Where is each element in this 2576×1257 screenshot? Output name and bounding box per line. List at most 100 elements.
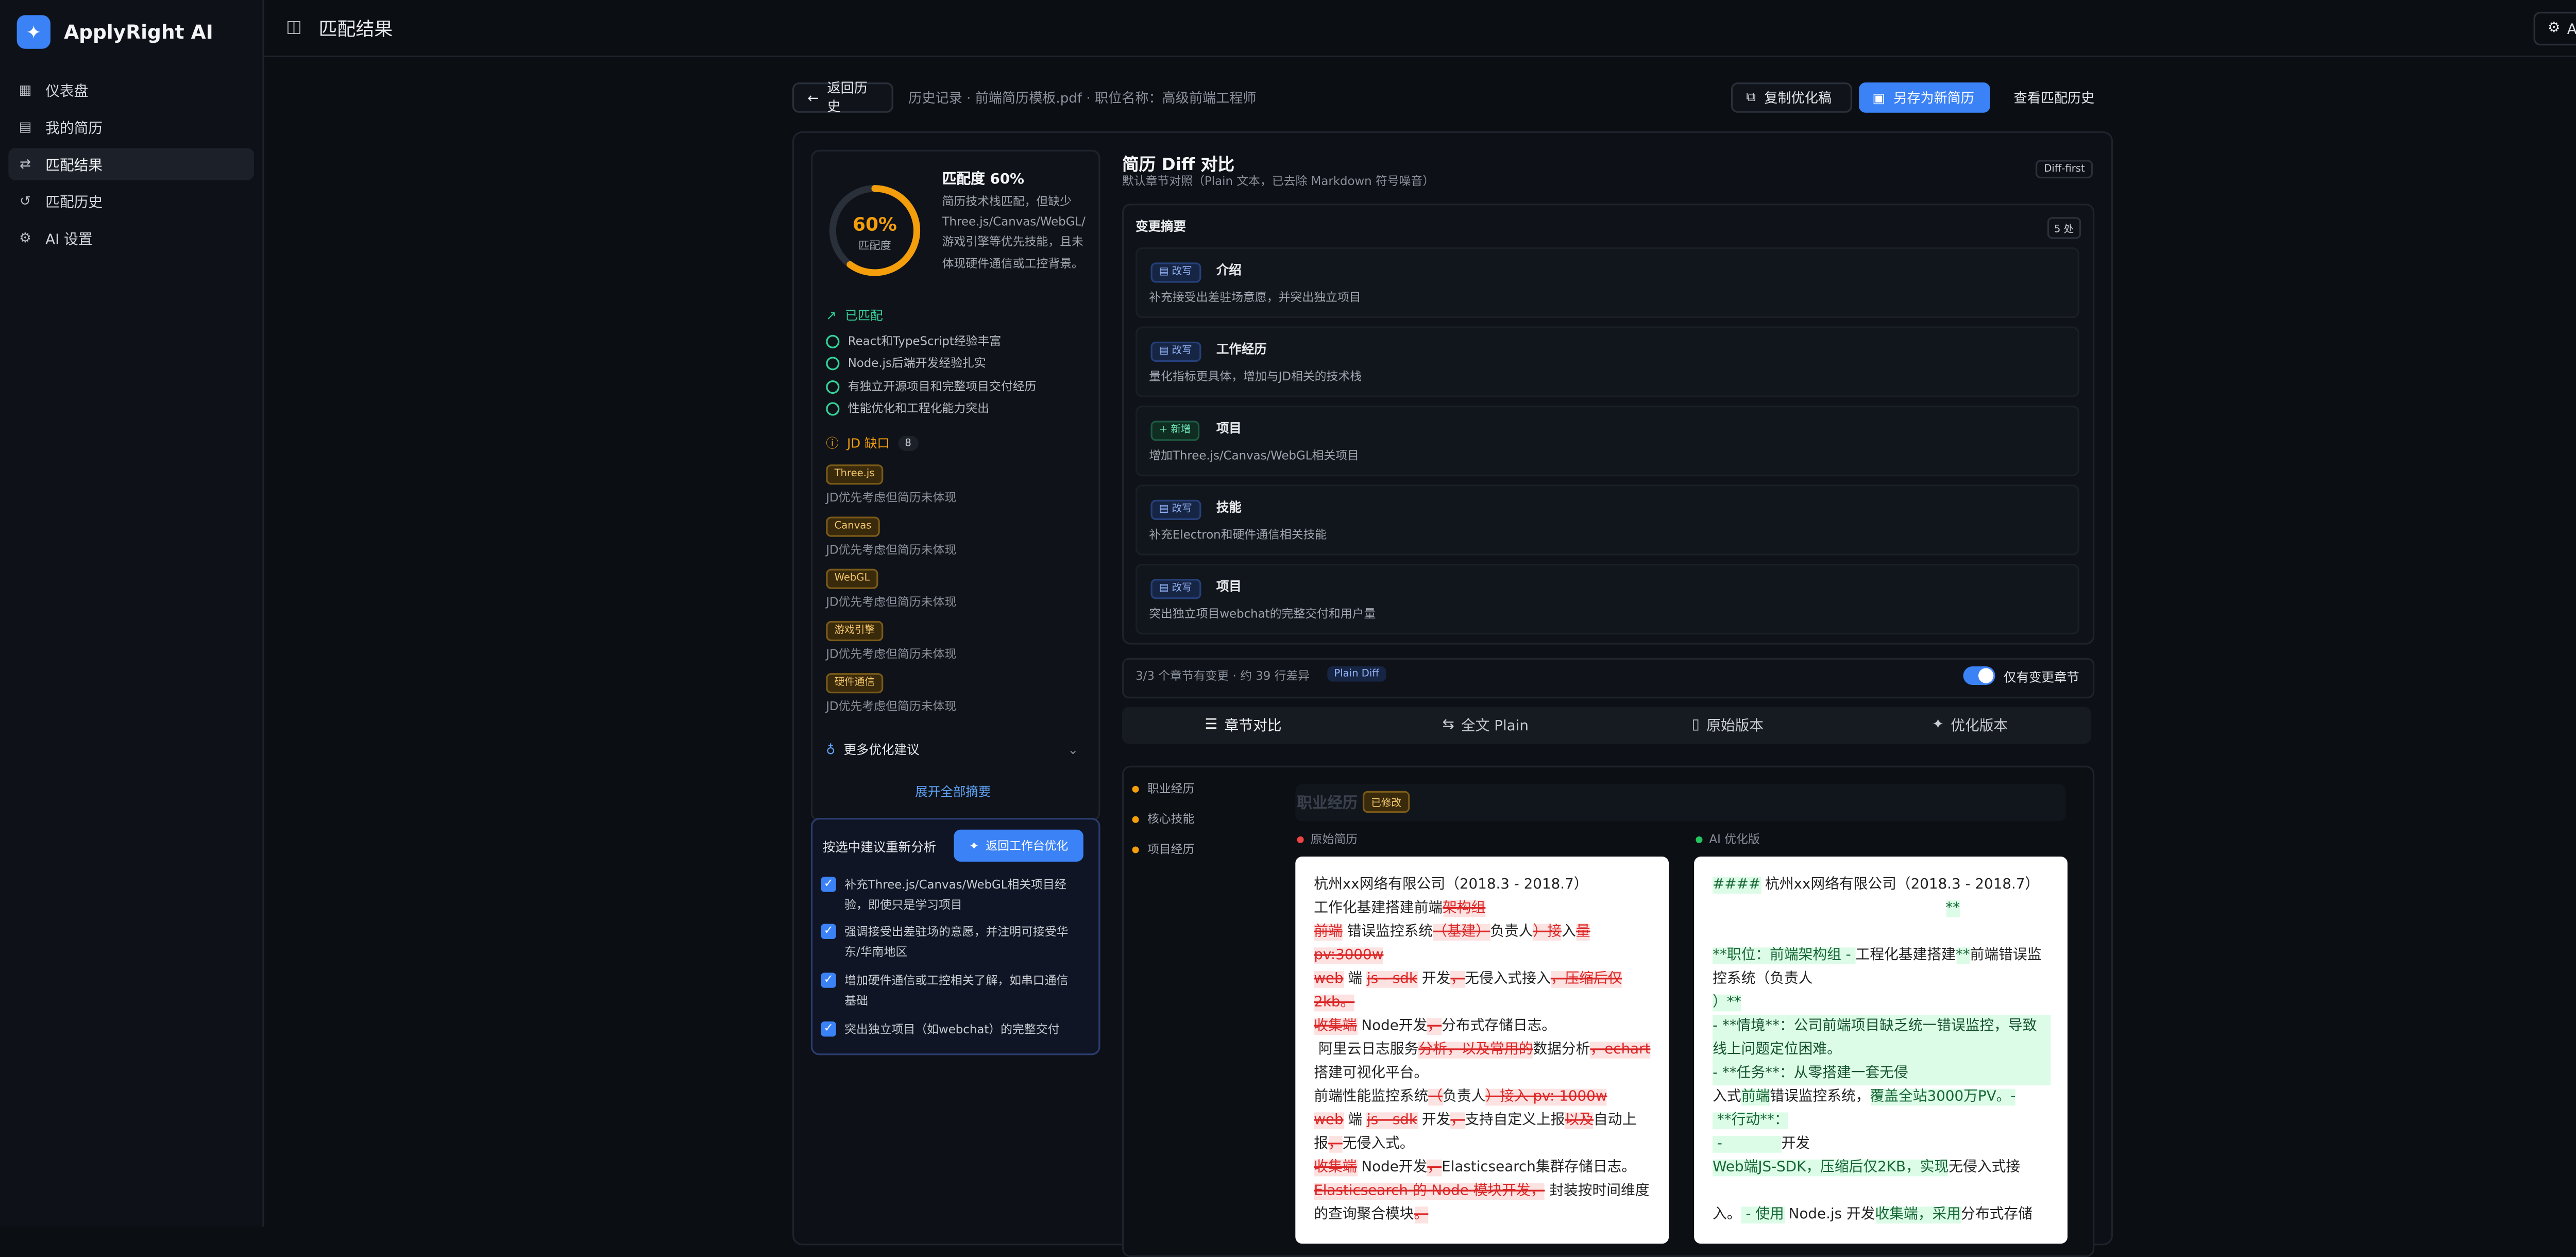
- modified-badge: 已修改: [1362, 791, 1410, 813]
- checkbox-checked-icon[interactable]: ✓: [821, 924, 836, 940]
- change-description: 补充接受出差驻场意愿，并突出独立项目: [1149, 291, 1361, 305]
- topbar: ◫ 匹配结果 ⚙ AI 设置: [264, 0, 2576, 58]
- only-changed-toggle[interactable]: [1963, 666, 1995, 685]
- gap-tag: 游戏引擎: [826, 621, 884, 642]
- matched-item: 性能优化和工程化能力突出: [826, 400, 989, 417]
- diff-first-badge: Diff-first: [2036, 160, 2094, 179]
- sidebar-item-match-results[interactable]: ⇄ 匹配结果: [8, 148, 255, 180]
- ai-settings-button[interactable]: ⚙ AI 设置: [2534, 11, 2576, 46]
- change-item[interactable]: ▤ 改写 技能 补充Electron和硬件通信相关技能: [1136, 484, 2079, 556]
- change-count-badge: 5 处: [2047, 217, 2081, 239]
- status-dot: [1132, 816, 1139, 823]
- compare-section-title: 职业经历: [1297, 796, 1358, 813]
- score-ring-label: 匹配度: [858, 239, 891, 252]
- checkbox-checked-icon[interactable]: ✓: [821, 1021, 836, 1037]
- check-circle-icon: [826, 357, 840, 371]
- section-nav-item[interactable]: 核心技能: [1132, 811, 1195, 828]
- matched-item: 有独立开源项目和完整项目交付经历: [826, 379, 1036, 396]
- sparkle-icon: ✦: [1931, 717, 1944, 734]
- matched-item-text: React和TypeScript经验丰富: [848, 334, 1002, 348]
- tab-original-version[interactable]: ▯ 原始版本: [1606, 707, 1849, 744]
- gaps-section-header: ⓘ JD 缺口 8: [826, 434, 918, 452]
- sparkle-logo-icon: ✦: [16, 15, 50, 49]
- suggestion-text: 增加硬件通信或工控相关了解，如串口通信基础: [844, 974, 1069, 1008]
- change-type-badge: ▤ 改写: [1150, 579, 1201, 599]
- ai-settings-label: AI 设置: [2567, 22, 2576, 39]
- brand[interactable]: ✦ ApplyRight AI: [0, 0, 262, 64]
- change-item[interactable]: + 新增 项目 增加Three.js/Canvas/WebGL相关项目: [1136, 405, 2079, 477]
- change-description: 突出独立项目webchat的完整交付和用户量: [1149, 607, 1376, 621]
- match-score-ring: 60% 匹配度: [829, 185, 921, 276]
- suggestion-checkbox-item[interactable]: ✓ 增加硬件通信或工控相关了解，如串口通信基础: [821, 971, 1076, 1011]
- compare-section-header: [1295, 784, 2066, 822]
- suggestion-checkbox-item[interactable]: ✓ 突出独立项目（如webchat）的完整交付: [821, 1020, 1076, 1040]
- sidebar-item-label: 仪表盘: [45, 83, 89, 100]
- sidebar-nav: ▦ 仪表盘 ▤ 我的简历 ⇄ 匹配结果 ↺ 匹配历史 ⚙ AI 设置: [0, 74, 262, 254]
- suggestion-checkbox-item[interactable]: ✓ 补充Three.js/Canvas/WebGL相关项目经验，即使只是学习项目: [821, 875, 1076, 915]
- change-item[interactable]: ▤ 改写 项目 突出独立项目webchat的完整交付和用户量: [1136, 563, 2079, 635]
- matched-item-text: 有独立开源项目和完整项目交付经历: [848, 380, 1037, 394]
- sidebar: ✦ ApplyRight AI ▦ 仪表盘 ▤ 我的简历 ⇄ 匹配结果 ↺ 匹配…: [0, 0, 264, 1227]
- suggestion-checkbox-item[interactable]: ✓ 强调接受出差驻场的意愿，并注明可接受华东/华南地区: [821, 922, 1076, 962]
- sidebar-item-label: 匹配结果: [45, 157, 103, 174]
- copy-label: 复制优化稿: [1764, 90, 1832, 106]
- save-new-label: 另存为新简历: [1893, 90, 1975, 106]
- more-suggestions-label: 更多优化建议: [843, 742, 920, 758]
- sidebar-toggle-icon[interactable]: ◫: [286, 19, 302, 37]
- more-suggestions-toggle[interactable]: ♁ 更多优化建议 ⌄: [826, 741, 1078, 759]
- diff-icon: ⇆: [1442, 717, 1454, 734]
- change-section-name: 项目: [1216, 579, 1242, 594]
- gear-icon: ⚙: [2547, 20, 2561, 37]
- tab-full-plain[interactable]: ⇆ 全文 Plain: [1364, 707, 1606, 744]
- file-edit-icon: ▤: [1159, 265, 1172, 278]
- reanalyze-title: 按选中建议重新分析: [822, 840, 937, 855]
- optimized-column-label: AI 优化版: [1696, 831, 1760, 848]
- green-dot: [1696, 836, 1703, 843]
- optimized-label-text: AI 优化版: [1709, 833, 1760, 847]
- change-item[interactable]: ▤ 改写 介绍 补充接受出差驻场意愿，并突出独立项目: [1136, 247, 2079, 319]
- change-item[interactable]: ▤ 改写 工作经历 量化指标更具体，增加与JD相关的技术栈: [1136, 326, 2079, 397]
- gap-description: JD优先考虑但简历未体现: [826, 491, 957, 505]
- optimized-resume-pane: #### 杭州xx网络有限公司（2018.3 - 2018.7） ** **职位…: [1694, 857, 2068, 1244]
- tab-optimized-version[interactable]: ✦ 优化版本: [1849, 707, 2091, 744]
- arrow-left-icon: ←: [807, 90, 819, 106]
- check-circle-icon: [826, 402, 840, 416]
- section-nav-label: 核心技能: [1147, 813, 1195, 827]
- sidebar-item-dashboard[interactable]: ▦ 仪表盘: [8, 74, 254, 106]
- check-circle-icon: [826, 380, 840, 394]
- sidebar-item-match-history[interactable]: ↺ 匹配历史: [8, 185, 254, 217]
- save-as-new-resume-button[interactable]: ▣ 另存为新简历: [1859, 82, 1990, 113]
- back-to-workbench-button[interactable]: ✦ 返回工作台优化: [954, 829, 1083, 862]
- change-type-label: 改写: [1172, 582, 1192, 594]
- gap-tag: Three.js: [826, 464, 883, 485]
- checkbox-checked-icon[interactable]: ✓: [821, 973, 836, 988]
- copy-optimized-button[interactable]: ⧉ 复制优化稿: [1731, 82, 1853, 113]
- sidebar-item-ai-settings[interactable]: ⚙ AI 设置: [8, 222, 254, 254]
- sidebar-item-label: 匹配历史: [45, 194, 103, 211]
- expand-all-link[interactable]: 展开全部摘要: [915, 782, 991, 801]
- section-nav-item[interactable]: 项目经历: [1132, 842, 1194, 859]
- suggestion-text: 补充Three.js/Canvas/WebGL相关项目经验，即使只是学习项目: [844, 878, 1066, 912]
- sidebar-item-resumes[interactable]: ▤ 我的简历: [8, 111, 254, 143]
- status-dot: [1132, 785, 1139, 793]
- change-summary-title: 变更摘要: [1136, 219, 1187, 234]
- copy-icon: ⧉: [1746, 89, 1756, 105]
- tab-label: 原始版本: [1706, 718, 1764, 735]
- sparkle-icon: ✦: [969, 839, 979, 852]
- gap-tag: WebGL: [826, 568, 878, 589]
- change-description: 增加Three.js/Canvas/WebGL相关项目: [1149, 449, 1359, 463]
- tab-section-compare[interactable]: ☰ 章节对比: [1122, 707, 1364, 744]
- view-match-history-button[interactable]: 查看匹配历史: [2000, 82, 2111, 113]
- score-percent: 60%: [853, 214, 897, 235]
- change-description: 补充Electron和硬件通信相关技能: [1149, 528, 1327, 542]
- section-nav-item[interactable]: 职业经历: [1132, 781, 1194, 798]
- chevron-down-icon: ⌄: [1067, 742, 1079, 758]
- checkbox-checked-icon[interactable]: ✓: [821, 877, 836, 892]
- gap-description: JD优先考虑但简历未体现: [826, 700, 957, 714]
- matched-item-text: Node.js后端开发经验扎实: [848, 357, 986, 371]
- alert-circle-icon: ⓘ: [826, 435, 839, 451]
- sidebar-item-label: AI 设置: [45, 231, 93, 248]
- gear-icon: ⚙: [19, 230, 31, 246]
- score-description: 简历技术栈匹配，但缺少Three.js/Canvas/WebGL/游戏引擎等优先…: [942, 195, 1086, 271]
- back-button[interactable]: ← 返回历史: [792, 81, 893, 114]
